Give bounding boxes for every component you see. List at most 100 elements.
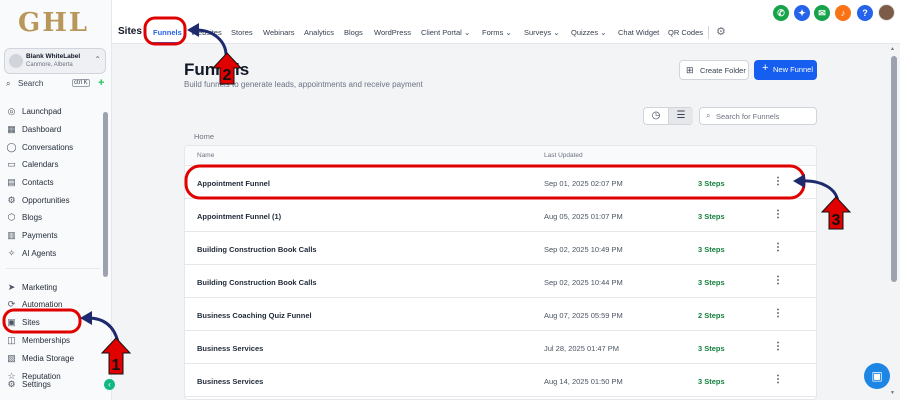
top-navigation: Sites Funnels Websites Stores Webinars A…	[112, 0, 900, 44]
sidebar-item-blogs[interactable]: ⬡ Blogs	[6, 210, 102, 226]
sidebar-item-conversations[interactable]: ◯ Conversations	[6, 140, 102, 156]
breadcrumb[interactable]: Home	[194, 132, 214, 141]
chevron-down-icon: ⌄	[553, 28, 560, 37]
table-row[interactable]: Building Construction Book Calls Sep 02,…	[185, 232, 816, 265]
list-view-icon[interactable]: ☰	[669, 108, 693, 124]
sidebar-item-automation[interactable]: ⟳ Automation	[6, 297, 102, 313]
calendar-icon: ▭	[7, 159, 16, 169]
sidebar-item-calendars[interactable]: ▭ Calendars	[6, 157, 102, 173]
search-input[interactable]	[716, 110, 814, 122]
brand-logo[interactable]: GHL	[18, 8, 89, 38]
tab-forms[interactable]: Forms ⌄	[482, 28, 512, 37]
user-avatar[interactable]	[878, 4, 895, 21]
tab-webinars[interactable]: Webinars	[263, 28, 295, 37]
kebab-menu-icon[interactable]: ⋮	[773, 175, 783, 189]
sidebar-item-label: Payments	[22, 231, 58, 240]
tab-stores[interactable]: Stores	[231, 28, 253, 37]
funnel-steps: 3 Steps	[698, 377, 725, 386]
sidebar-item-label: Opportunities	[22, 196, 70, 205]
funnel-updated: Sep 01, 2025 02:07 PM	[544, 179, 623, 188]
sidebar-item-sites[interactable]: ▣ Sites	[6, 315, 102, 331]
sidebar-scrollbar[interactable]	[103, 112, 108, 277]
membership-icon: ◫	[7, 335, 16, 345]
sidebar-item-opportunities[interactable]: ⚙ Opportunities	[6, 193, 102, 209]
kebab-menu-icon[interactable]: ⋮	[773, 274, 783, 288]
column-header-last-updated[interactable]: Last Updated	[544, 152, 583, 159]
tab-qr-codes[interactable]: QR Codes	[668, 28, 703, 37]
chat-icon: ◯	[6, 142, 17, 152]
table-row[interactable]: Business Services Aug 14, 2025 01:50 PM …	[185, 364, 816, 397]
page-title: Funnels	[184, 60, 250, 79]
scroll-up-icon[interactable]: ▲	[890, 46, 895, 52]
funnel-name[interactable]: Building Construction Book Calls	[197, 278, 317, 287]
collapse-sidebar-icon[interactable]: ‹	[104, 379, 115, 390]
tab-surveys[interactable]: Surveys ⌄	[524, 28, 559, 37]
funnel-steps: 2 Steps	[698, 311, 725, 320]
funnels-table: Name Last Updated Appointment Funnel Sep…	[184, 145, 817, 400]
tab-blogs[interactable]: Blogs	[344, 28, 363, 37]
sidebar-item-contacts[interactable]: ▤ Contacts	[6, 175, 102, 191]
automation-icon: ⟳	[7, 299, 16, 309]
table-row[interactable]: Building Construction Book Calls Sep 02,…	[185, 265, 816, 298]
tab-wordpress[interactable]: WordPress	[374, 28, 411, 37]
sidebar-item-label: Calendars	[22, 160, 59, 169]
funnel-name[interactable]: Appointment Funnel	[197, 179, 270, 188]
table-row[interactable]: Appointment Funnel Sep 01, 2025 02:07 PM…	[185, 166, 816, 199]
support-chat-icon[interactable]: ▣	[864, 363, 890, 389]
dashboard-icon: ▦	[7, 124, 16, 134]
new-funnel-button[interactable]: + New Funnel	[754, 60, 817, 80]
funnel-steps: 3 Steps	[698, 179, 725, 188]
tab-websites[interactable]: Websites	[191, 28, 222, 37]
kebab-menu-icon[interactable]: ⋮	[773, 208, 783, 222]
sidebar-item-dashboard[interactable]: ▦ Dashboard	[6, 122, 102, 138]
funnel-steps: 3 Steps	[698, 278, 725, 287]
funnel-name[interactable]: Appointment Funnel (1)	[197, 212, 281, 221]
sidebar-item-label: Contacts	[22, 178, 54, 187]
tab-analytics[interactable]: Analytics	[304, 28, 334, 37]
sidebar-item-memberships[interactable]: ◫ Memberships	[6, 333, 102, 349]
main-scrollbar[interactable]	[891, 56, 897, 282]
sidebar-item-media-storage[interactable]: ▧ Media Storage	[6, 351, 102, 367]
funnel-name[interactable]: Business Coaching Quiz Funnel	[197, 311, 312, 320]
step-badge-3	[820, 196, 852, 230]
help-icon[interactable]: ?	[857, 5, 873, 21]
kebab-menu-icon[interactable]: ⋮	[773, 373, 783, 387]
table-row[interactable]: Business Services Jul 28, 2025 01:47 PM …	[185, 331, 816, 364]
ai-icon: ✧	[7, 248, 16, 258]
tab-client-portal[interactable]: Client Portal ⌄	[421, 28, 470, 37]
tab-funnels[interactable]: Funnels	[153, 28, 182, 37]
sidebar-item-payments[interactable]: ▥ Payments	[6, 228, 102, 244]
account-avatar	[9, 54, 23, 68]
magic-wand-icon[interactable]: ✦	[794, 5, 810, 21]
funnel-name[interactable]: Business Services	[197, 377, 263, 386]
scroll-down-icon[interactable]: ▼	[890, 390, 895, 396]
kebab-menu-icon[interactable]: ⋮	[773, 340, 783, 354]
quick-add-icon[interactable]: +	[98, 77, 104, 89]
funnel-name[interactable]: Business Services	[197, 344, 263, 353]
sites-icon: ▣	[7, 317, 16, 327]
sidebar-item-marketing[interactable]: ➤ Marketing	[6, 280, 102, 296]
phone-icon[interactable]: ✆	[773, 5, 789, 21]
kebab-menu-icon[interactable]: ⋮	[773, 241, 783, 255]
sidebar-item-launchpad[interactable]: ◎ Launchpad	[6, 104, 102, 120]
gear-icon[interactable]: ⚙	[716, 25, 726, 38]
tab-chat-widget[interactable]: Chat Widget	[618, 28, 659, 37]
tab-quizzes[interactable]: Quizzes ⌄	[571, 28, 606, 37]
sidebar-item-label: Marketing	[22, 283, 58, 292]
clock-icon[interactable]: ◷	[644, 108, 669, 124]
account-switcher[interactable]: Blank WhiteLabel Canmore, Alberta ⌃	[4, 48, 106, 74]
funnel-name[interactable]: Building Construction Book Calls	[197, 245, 317, 254]
create-folder-button[interactable]: ⊞ Create Folder	[679, 60, 749, 80]
megaphone-icon[interactable]: ✉	[814, 5, 830, 21]
chevron-down-icon: ⌄	[463, 28, 471, 37]
kebab-menu-icon[interactable]: ⋮	[773, 307, 783, 321]
sidebar-item-ai-agents[interactable]: ✧ AI Agents	[6, 246, 102, 262]
column-header-name[interactable]: Name	[197, 152, 214, 159]
sidebar-divider	[6, 268, 100, 269]
bell-icon[interactable]: ♪	[835, 5, 851, 21]
table-row[interactable]: Appointment Funnel (1) Aug 05, 2025 01:0…	[185, 199, 816, 232]
sidebar-item-settings[interactable]: ⚙ Settings	[6, 377, 102, 393]
sidebar-search[interactable]: ⌕ Search ctrl K +	[4, 77, 106, 92]
table-row[interactable]: Business Coaching Quiz Funnel Aug 07, 20…	[185, 298, 816, 331]
folder-plus-icon: ⊞	[686, 65, 694, 75]
